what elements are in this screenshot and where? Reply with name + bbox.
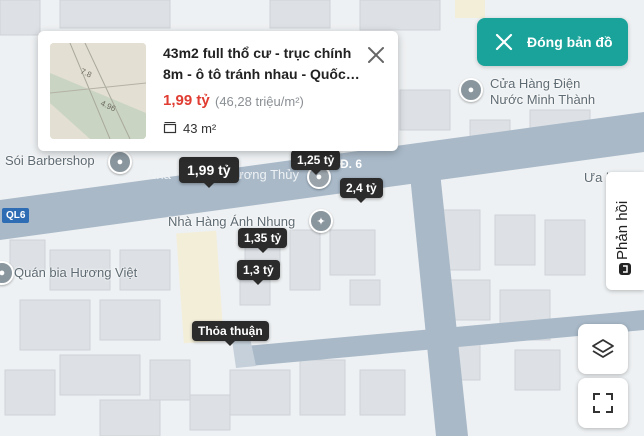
fullscreen-button[interactable] bbox=[578, 378, 628, 428]
barbershop-pin-icon[interactable]: ● bbox=[108, 150, 132, 174]
barbershop-poi-label: Sói Barbershop bbox=[5, 153, 95, 168]
beer-poi-label: Quán bia Hương Việt bbox=[14, 265, 138, 280]
price-marker[interactable]: 1,35 tỷ bbox=[238, 228, 288, 253]
listing-card[interactable]: 7.8 4.96 43m2 full thổ cư - trục chính 8… bbox=[38, 31, 398, 151]
road-label-d6: Đ. 6 bbox=[340, 157, 363, 171]
store-poi-line1: Cửa Hàng Điện bbox=[490, 76, 581, 91]
layers-button[interactable] bbox=[578, 324, 628, 374]
feedback-tab[interactable]: Phản hồi bbox=[606, 172, 644, 290]
close-icon bbox=[495, 33, 513, 51]
price-marker[interactable]: 1,25 tỷ bbox=[291, 150, 341, 175]
road-shield-ql6: QL6 bbox=[2, 208, 30, 223]
area-icon bbox=[163, 122, 177, 134]
listing-title[interactable]: 43m2 full thổ cư - trục chính 8m - ô tô … bbox=[163, 43, 363, 85]
price-marker[interactable]: 1,99 tỷ bbox=[179, 157, 239, 188]
fullscreen-icon bbox=[593, 393, 613, 413]
price-marker[interactable]: 2,4 tỷ bbox=[340, 178, 383, 203]
feedback-icon bbox=[619, 263, 631, 275]
restaurant-pin-icon[interactable]: ✦ bbox=[309, 209, 333, 233]
price-marker[interactable]: 1,3 tỷ bbox=[237, 260, 280, 285]
layers-icon bbox=[592, 339, 614, 358]
close-icon[interactable] bbox=[364, 43, 388, 67]
listing-price: 1,99 tỷ bbox=[163, 92, 210, 109]
listing-unit-price: (46,28 triệu/m²) bbox=[215, 94, 304, 109]
close-map-button[interactable]: Đóng bản đồ bbox=[477, 18, 628, 66]
close-map-label: Đóng bản đồ bbox=[527, 34, 613, 50]
price-marker[interactable]: Thỏa thuận bbox=[192, 321, 269, 346]
store-poi-label: Cửa Hàng Điện Nước Minh Thành bbox=[490, 76, 595, 108]
listing-thumbnail[interactable]: 7.8 4.96 bbox=[50, 43, 146, 139]
listing-area: 43 m² bbox=[183, 121, 217, 136]
map-view[interactable]: Đ. 6 QL6 ● Cửa Hàng Điện Nước Minh Thành… bbox=[0, 0, 644, 436]
store-pin-icon[interactable]: ● bbox=[459, 78, 483, 102]
feedback-label: Phản hồi bbox=[614, 200, 631, 260]
store-poi-line2: Nước Minh Thành bbox=[490, 92, 596, 107]
thuy-poi-label: ương Thủy bbox=[235, 167, 299, 182]
restaurant-poi-label: Nhà Hàng Ánh Nhung bbox=[168, 214, 296, 229]
nha-poi-label: Nhà bbox=[147, 167, 171, 182]
